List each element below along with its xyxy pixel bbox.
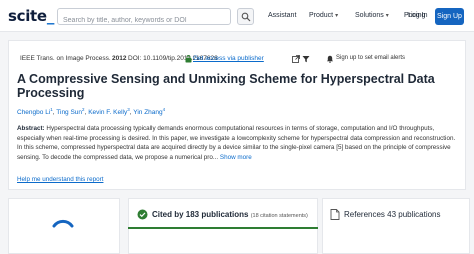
abstract-label: Abstract: — [17, 125, 45, 132]
help-understand-link[interactable]: Help me understand this report — [17, 176, 103, 183]
scite-logo[interactable]: scite_ — [8, 7, 54, 25]
search-icon — [241, 12, 251, 22]
nav-product-label: Product — [309, 12, 334, 19]
cited-by-tab[interactable] — [128, 198, 318, 254]
paper-title: A Compressive Sensing and Unmixing Schem… — [17, 72, 435, 100]
references-tab[interactable] — [322, 198, 470, 254]
active-tab-indicator — [128, 227, 318, 229]
journal-name: IEEE Trans. on Image Process. — [20, 55, 111, 62]
abstract: Abstract: Hyperspectral data processing … — [17, 124, 461, 162]
author-link[interactable]: Chengbo Li — [17, 109, 50, 116]
search-button[interactable] — [237, 8, 254, 25]
search-input[interactable] — [58, 13, 208, 28]
citation-statements-count: (18 citation statements) — [250, 213, 308, 219]
nav-product[interactable]: Product ▾ — [309, 12, 338, 19]
references-label: References 43 publications — [344, 210, 441, 219]
publication-year: 2012 — [112, 55, 127, 62]
loading-spinner-icon — [52, 219, 74, 228]
filter-icon[interactable] — [302, 55, 310, 63]
signup-button[interactable]: Sign Up — [435, 8, 464, 25]
access-via-publisher-link[interactable]: Get access via publisher — [193, 55, 264, 62]
login-link[interactable]: Log In — [408, 12, 427, 19]
chevron-down-icon: ▾ — [385, 13, 389, 19]
author-affiliation: 4 — [162, 107, 166, 112]
lock-icon — [185, 55, 192, 63]
document-icon — [330, 209, 340, 220]
cited-by-count: Cited by 183 publications — [152, 210, 249, 219]
logo-text: scite — [8, 7, 47, 25]
nav-solutions-label: Solutions — [355, 12, 384, 19]
external-link-icon[interactable] — [292, 55, 300, 63]
bell-icon — [326, 55, 334, 63]
nav-assistant[interactable]: Assistant — [268, 12, 296, 19]
logo-underscore: _ — [46, 7, 55, 25]
author-link[interactable]: Ting Sun — [56, 109, 82, 116]
cited-by-label: Cited by 183 publications (18 citation s… — [152, 210, 308, 219]
author-link[interactable]: Kevin F. Kelly — [88, 109, 127, 116]
show-more-link[interactable]: Show more — [220, 154, 252, 161]
check-circle-icon — [137, 209, 148, 220]
author-list: Chengbo Li1, Ting Sun2, Kevin F. Kelly3,… — [17, 107, 165, 116]
top-navigation-bar: scite_ Assistant Product▾ Solutions▾ Pri… — [0, 0, 474, 32]
email-alerts-link[interactable]: Sign up to set email alerts — [336, 55, 405, 61]
nav-solutions[interactable]: Solutions ▾ — [355, 12, 389, 19]
chevron-down-icon: ▾ — [335, 13, 339, 19]
author-link[interactable]: Yin Zhang — [133, 109, 162, 116]
search-box — [57, 8, 231, 28]
